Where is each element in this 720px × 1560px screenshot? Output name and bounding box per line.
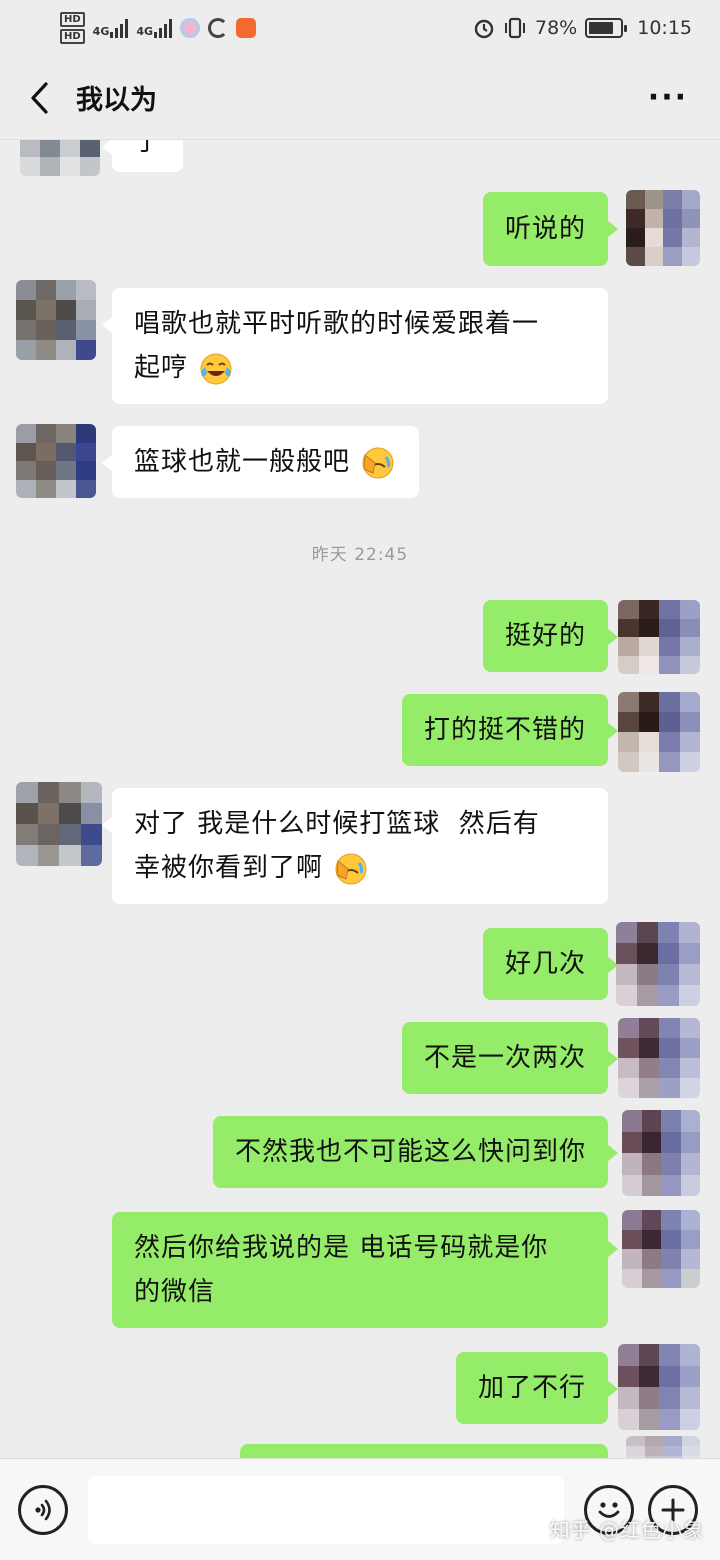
avatar-mosaic <box>618 600 700 674</box>
clock: 10:15 <box>637 17 692 39</box>
hd-badge-2: HD <box>60 29 85 44</box>
status-left: HD HD 4G 4G <box>60 12 257 44</box>
facepalm-cry-emoji-icon <box>335 853 367 884</box>
app-notification-icon <box>180 18 201 38</box>
message-input[interactable] <box>88 1475 564 1544</box>
hd-indicators: HD HD <box>60 12 85 44</box>
avatar-mosaic <box>616 922 700 1006</box>
more-options-button[interactable]: ··· <box>648 80 696 115</box>
avatar-mosaic <box>622 1110 700 1196</box>
self-avatar[interactable] <box>622 1210 700 1288</box>
avatar-mosaic <box>626 190 700 266</box>
vibrate-icon <box>505 17 525 39</box>
message-text: 幸被你看到了啊 <box>134 853 324 883</box>
message-text: 不是一次两次 <box>423 1043 586 1073</box>
message-text: 唱歌也就平时听歌的时候爱跟着一 <box>134 309 540 339</box>
fox-app-icon <box>236 18 257 38</box>
avatar-mosaic <box>16 280 96 360</box>
message-text: 对了 我是什么时候打篮球 然后有 <box>134 809 540 839</box>
message-text: 加了不行 <box>477 1373 586 1403</box>
signal-bars-icon <box>154 18 173 38</box>
message-bubble-received[interactable]: 篮球也就一般般吧 <box>101 426 420 498</box>
contact-avatar[interactable] <box>16 782 102 866</box>
network-type-2: 4G <box>136 25 154 38</box>
contact-avatar[interactable] <box>20 140 100 176</box>
message-bubble-sent[interactable]: 然后你给我说的是 电话号码就是你 的微信 <box>112 1212 618 1328</box>
battery-percent: 78% <box>535 17 578 39</box>
avatar-mosaic <box>618 1344 700 1430</box>
self-avatar[interactable] <box>616 922 700 1006</box>
message-text: 篮球也就一般般吧 <box>134 447 351 477</box>
message-bubble-sent[interactable]: 加了不行 <box>455 1352 619 1424</box>
chevron-left-icon <box>31 81 48 114</box>
signal-bars-icon <box>110 18 129 38</box>
message-bubble-sent[interactable]: 好几次 <box>482 928 619 1000</box>
alarm-icon <box>474 19 494 39</box>
contact-avatar[interactable] <box>16 280 96 360</box>
message-bubble-sent[interactable]: 不是一次两次 <box>401 1022 619 1094</box>
message-bubble-sent[interactable]: 听说的 <box>482 192 619 266</box>
voice-wave-icon <box>35 1499 51 1520</box>
message-text: 听说的 <box>504 214 586 244</box>
avatar-mosaic <box>16 782 102 866</box>
self-avatar-partial[interactable] <box>626 1436 700 1458</box>
avatar-mosaic <box>622 1210 700 1288</box>
self-avatar[interactable] <box>618 1018 700 1098</box>
signal-sim1: 4G <box>93 18 129 38</box>
message-bubble-sent[interactable]: 打的挺不错的 <box>401 694 619 766</box>
message-text: 打的挺不错的 <box>423 715 586 745</box>
hd-badge-1: HD <box>60 12 85 27</box>
status-right: 78% 10:15 <box>473 17 692 39</box>
tears-of-joy-emoji-icon <box>200 353 232 384</box>
message-text: 的微信 <box>134 1277 216 1307</box>
signal-sim2: 4G <box>136 18 173 38</box>
message-bubble-received[interactable]: 对了 我是什么时候打篮球 然后有 幸被你看到了啊 <box>102 788 608 904</box>
message-text: 起哼 <box>134 353 189 383</box>
message-text: 然后你给我说的是 电话号码就是你 <box>134 1233 549 1263</box>
avatar-mosaic <box>20 140 100 176</box>
chat-header: 我以为 ··· <box>0 56 720 140</box>
chat-title: 我以为 <box>76 85 157 116</box>
message-timestamp: 昨天 22:45 <box>311 545 409 565</box>
avatar-mosaic <box>618 1018 700 1098</box>
message-text-line2: 幸被你看到了啊 <box>134 846 586 890</box>
message-bubble-received[interactable]: 了 <box>101 140 184 172</box>
self-avatar[interactable] <box>618 1344 700 1430</box>
self-avatar[interactable] <box>622 1110 700 1196</box>
message-bubble-sent-partial[interactable] <box>240 1444 608 1458</box>
facepalm-cry-emoji-icon <box>362 447 394 478</box>
message-text: 不然我也不可能这么快问到你 <box>234 1137 586 1167</box>
contact-avatar[interactable] <box>16 424 96 498</box>
message-text: 挺好的 <box>504 621 586 651</box>
back-button[interactable] <box>24 78 54 118</box>
loading-ring-icon <box>208 18 229 38</box>
message-text-line2: 起哼 <box>134 346 586 390</box>
status-bar: HD HD 4G 4G 78% 10:15 <box>0 0 720 56</box>
avatar-mosaic <box>16 424 96 498</box>
message-text: 了 <box>134 140 162 157</box>
network-type-1: 4G <box>92 25 110 38</box>
self-avatar[interactable] <box>626 190 700 266</box>
avatar-mosaic <box>618 692 700 772</box>
avatar-mosaic <box>626 1436 700 1458</box>
message-bubble-received[interactable]: 唱歌也就平时听歌的时候爱跟着一 起哼 <box>102 288 608 404</box>
message-bubble-sent[interactable]: 挺好的 <box>482 600 619 672</box>
battery-icon <box>585 18 628 38</box>
message-list[interactable]: 了 听说的 唱歌也就平时听歌的时候爱跟着一 起哼 篮球也就一般般吧 昨天 22:… <box>0 140 720 1458</box>
input-bar <box>0 1458 720 1560</box>
message-text: 好几次 <box>504 949 586 979</box>
self-avatar[interactable] <box>618 692 700 772</box>
message-bubble-sent[interactable]: 不然我也不可能这么快问到你 <box>212 1116 619 1188</box>
self-avatar[interactable] <box>618 600 700 674</box>
watermark: 知乎 @红色小象 <box>549 1518 704 1542</box>
voice-input-button[interactable] <box>18 1484 68 1535</box>
